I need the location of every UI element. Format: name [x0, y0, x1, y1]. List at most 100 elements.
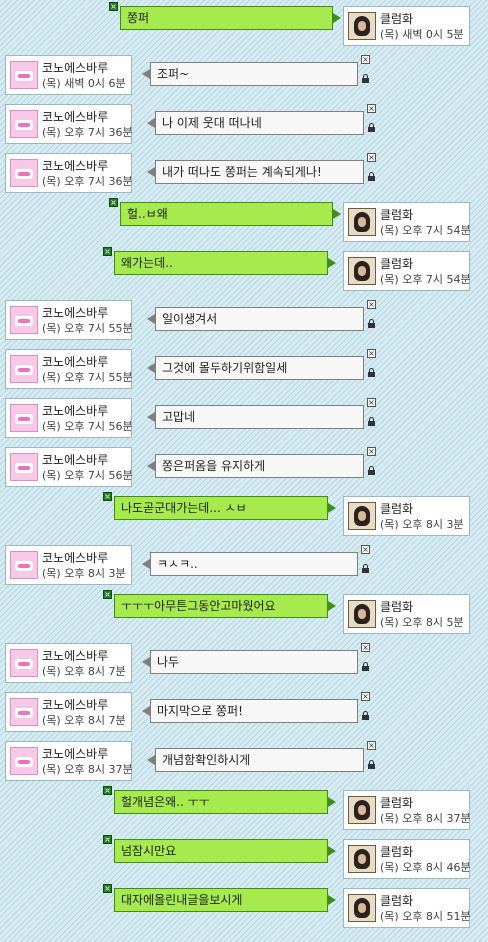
close-icon[interactable]: ×: [103, 492, 112, 501]
message-row-6: × 왜가는데.. 클럼화 (목) 오후 7시 54분: [0, 247, 488, 291]
lock-icon[interactable]: [367, 172, 376, 181]
close-icon[interactable]: ×: [361, 643, 370, 652]
portrait-avatar: [348, 600, 376, 628]
lock-icon[interactable]: [361, 711, 370, 720]
lock-icon[interactable]: [367, 466, 376, 475]
close-icon[interactable]: ×: [361, 55, 370, 64]
author-name: 클럼화: [380, 796, 414, 810]
bubble-tail: [142, 706, 150, 716]
close-icon[interactable]: ×: [103, 590, 112, 599]
message-bubble: ㅜㅜㅜ아무튼그동안고마웠어요: [114, 594, 328, 618]
author-card[interactable]: 코노에스바루 (목) 오후 7시 55분: [5, 349, 133, 389]
author-name: 코노에스바루: [42, 306, 109, 320]
author-card[interactable]: 코노에스바루 (목) 오후 7시 55분: [5, 300, 133, 340]
logo-icon: [15, 757, 33, 767]
author-card[interactable]: 클럼화 (목) 오후 8시 5분: [343, 594, 470, 634]
close-icon[interactable]: ×: [361, 545, 370, 554]
message-bubble: 쫑은퍼옴을 유지하게: [155, 454, 364, 478]
author-card[interactable]: 코노에스바루 (목) 오후 8시 7분: [5, 692, 132, 732]
author-card[interactable]: 클럼화 (목) 오후 8시 46분: [343, 839, 471, 879]
close-icon[interactable]: ×: [367, 104, 376, 113]
lock-icon[interactable]: [367, 319, 376, 328]
portrait-icon: [354, 261, 370, 281]
author-card[interactable]: 코노에스바루 (목) 오후 7시 56분: [5, 398, 133, 438]
message-time: (목) 오후 7시 55분: [42, 371, 133, 384]
author-name: 코노에스바루: [42, 355, 109, 369]
author-card[interactable]: 클럼화 (목) 오후 7시 54분: [343, 251, 471, 291]
author-card[interactable]: 코노에스바루 (목) 오후 7시 36분: [5, 104, 133, 144]
lock-icon[interactable]: [361, 74, 370, 83]
author-card[interactable]: 코노에스바루 (목) 오후 7시 56분: [5, 447, 133, 487]
close-icon[interactable]: ×: [367, 349, 376, 358]
author-card[interactable]: 코노에스바루 (목) 새벽 0시 6분: [5, 55, 132, 95]
author-card[interactable]: 클럼화 (목) 오후 8시 3분: [343, 496, 470, 536]
message-bubble: 내가 떠나도 쫑퍼는 계속되게나!: [155, 160, 364, 184]
close-icon[interactable]: ×: [367, 300, 376, 309]
portrait-avatar: [348, 12, 376, 40]
author-name: 코노에스바루: [42, 698, 109, 712]
portrait-avatar: [348, 257, 376, 285]
logo-avatar: [10, 159, 38, 187]
message-time: (목) 오후 8시 46분: [380, 861, 471, 874]
lock-icon[interactable]: [367, 417, 376, 426]
author-name: 클럼화: [380, 257, 414, 271]
message-bubble: 나 이제 웃대 떠나네: [155, 111, 364, 135]
author-card[interactable]: 코노에스바루 (목) 오후 8시 7분: [5, 643, 132, 683]
logo-avatar: [10, 110, 38, 138]
message-time: (목) 오후 7시 54분: [380, 224, 471, 237]
bubble-tail: [328, 601, 336, 611]
lock-icon[interactable]: [361, 564, 370, 573]
close-icon[interactable]: ×: [109, 2, 118, 11]
bubble-tail: [328, 503, 336, 513]
bubble-tail: [328, 846, 336, 856]
portrait-icon: [354, 800, 370, 820]
close-icon[interactable]: ×: [367, 153, 376, 162]
logo-icon: [15, 365, 33, 375]
message-row-19: × 대자에올린내글을보시게 클럼화 (목) 오후 8시 51분: [0, 884, 488, 928]
close-icon[interactable]: ×: [367, 398, 376, 407]
close-icon[interactable]: ×: [109, 198, 118, 207]
author-name: 코노에스바루: [42, 110, 109, 124]
bubble-tail: [328, 895, 336, 905]
close-icon[interactable]: ×: [103, 835, 112, 844]
logo-icon: [15, 316, 33, 326]
lock-icon[interactable]: [361, 662, 370, 671]
message-time: (목) 오후 7시 36분: [42, 126, 133, 139]
message-time: (목) 오후 7시 56분: [42, 469, 133, 482]
logo-icon: [15, 414, 33, 424]
author-card[interactable]: 클럼화 (목) 오후 8시 51분: [343, 888, 471, 928]
message-row-5: × 헐..ㅂ왜 클럼화 (목) 오후 7시 54분: [0, 198, 488, 242]
close-icon[interactable]: ×: [367, 741, 376, 750]
author-name: 코노에스바루: [42, 404, 109, 418]
message-row-16: 개념함확인하시게 × 코노에스바루 (목) 오후 8시 37분: [0, 741, 488, 781]
close-icon[interactable]: ×: [103, 247, 112, 256]
close-icon[interactable]: ×: [367, 447, 376, 456]
author-card[interactable]: 클럼화 (목) 오후 8시 37분: [343, 790, 471, 830]
logo-avatar: [10, 551, 38, 579]
author-card[interactable]: 클럼화 (목) 오후 7시 54분: [343, 202, 471, 242]
close-icon[interactable]: ×: [103, 884, 112, 893]
close-icon[interactable]: ×: [103, 786, 112, 795]
author-name: 코노에스바루: [42, 551, 109, 565]
lock-icon[interactable]: [367, 123, 376, 132]
message-row-17: × 헐개념은왜.. ㅜㅜ 클럼화 (목) 오후 8시 37분: [0, 786, 488, 830]
message-bubble: 쫑퍼: [120, 6, 333, 30]
message-time: (목) 새벽 0시 6분: [42, 77, 126, 90]
portrait-icon: [354, 898, 370, 918]
lock-icon[interactable]: [367, 368, 376, 377]
bubble-tail: [333, 209, 341, 219]
close-icon[interactable]: ×: [361, 692, 370, 701]
author-card[interactable]: 코노에스바루 (목) 오후 8시 37분: [5, 741, 133, 781]
message-time: (목) 오후 7시 55분: [42, 322, 133, 335]
message-bubble: 고맙네: [155, 405, 364, 429]
bubble-tail: [328, 258, 336, 268]
author-card[interactable]: 코노에스바루 (목) 오후 7시 36분: [5, 153, 133, 193]
guestbook-feed: × 쫑퍼 클럼화 (목) 새벽 0시 5분 조퍼~ × 코노에스바루 (목) 새벽 0시 6분…: [0, 0, 488, 942]
message-bubble: 그것에 몰두하기위함일세: [155, 356, 364, 380]
portrait-avatar: [348, 502, 376, 530]
author-name: 클럼화: [380, 894, 414, 908]
author-card[interactable]: 코노에스바루 (목) 오후 8시 3분: [5, 545, 132, 585]
lock-icon[interactable]: [367, 760, 376, 769]
author-name: 클럼화: [380, 845, 414, 859]
author-card[interactable]: 클럼화 (목) 새벽 0시 5분: [343, 6, 470, 46]
